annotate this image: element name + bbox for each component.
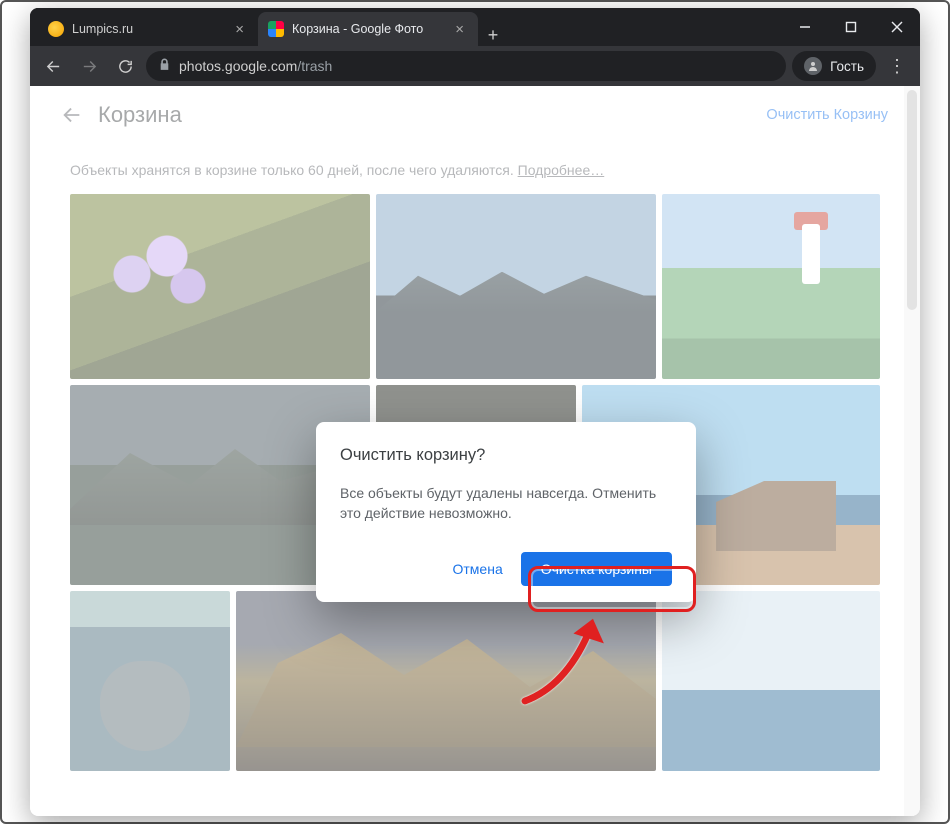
favicon-google-photos	[268, 21, 284, 37]
back-button[interactable]	[38, 51, 68, 81]
tab-title: Корзина - Google Фото	[292, 22, 451, 36]
confirm-empty-dialog: Очистить корзину? Все объекты будут удал…	[316, 422, 696, 602]
browser-window: Lumpics.ru × Корзина - Google Фото × +	[30, 8, 920, 816]
content-area: Корзина Очистить Корзину Объекты хранятс…	[30, 86, 920, 816]
cancel-button[interactable]: Отмена	[441, 553, 515, 585]
confirm-empty-button[interactable]: Очистка корзины	[521, 552, 672, 586]
tab-lumpics[interactable]: Lumpics.ru ×	[38, 12, 258, 46]
profile-chip[interactable]: Гость	[792, 51, 876, 81]
dialog-title: Очистить корзину?	[340, 446, 672, 465]
favicon-lumpics	[48, 21, 64, 37]
minimize-button[interactable]	[782, 8, 828, 46]
browser-menu-button[interactable]: ⋮	[882, 51, 912, 81]
close-icon[interactable]: ×	[451, 21, 468, 38]
avatar-icon	[804, 57, 822, 75]
titlebar: Lumpics.ru × Корзина - Google Фото × +	[30, 8, 920, 46]
tab-title: Lumpics.ru	[72, 22, 231, 36]
reload-button[interactable]	[110, 51, 140, 81]
dialog-actions: Отмена Очистка корзины	[340, 552, 672, 586]
window-controls	[782, 8, 920, 46]
close-window-button[interactable]	[874, 8, 920, 46]
new-tab-button[interactable]: +	[478, 25, 508, 46]
dialog-body: Все объекты будут удалены навсегда. Отме…	[340, 483, 672, 524]
url-text: photos.google.com/trash	[179, 58, 332, 74]
tab-strip: Lumpics.ru × Корзина - Google Фото × +	[30, 8, 782, 46]
maximize-button[interactable]	[828, 8, 874, 46]
forward-button[interactable]	[74, 51, 104, 81]
close-icon[interactable]: ×	[231, 21, 248, 38]
tab-google-photos[interactable]: Корзина - Google Фото ×	[258, 12, 478, 46]
profile-label: Гость	[830, 59, 864, 74]
address-bar[interactable]: photos.google.com/trash	[146, 51, 786, 81]
toolbar: photos.google.com/trash Гость ⋮	[30, 46, 920, 86]
lock-icon	[158, 58, 171, 74]
screenshot-frame: Lumpics.ru × Корзина - Google Фото × +	[0, 0, 950, 824]
